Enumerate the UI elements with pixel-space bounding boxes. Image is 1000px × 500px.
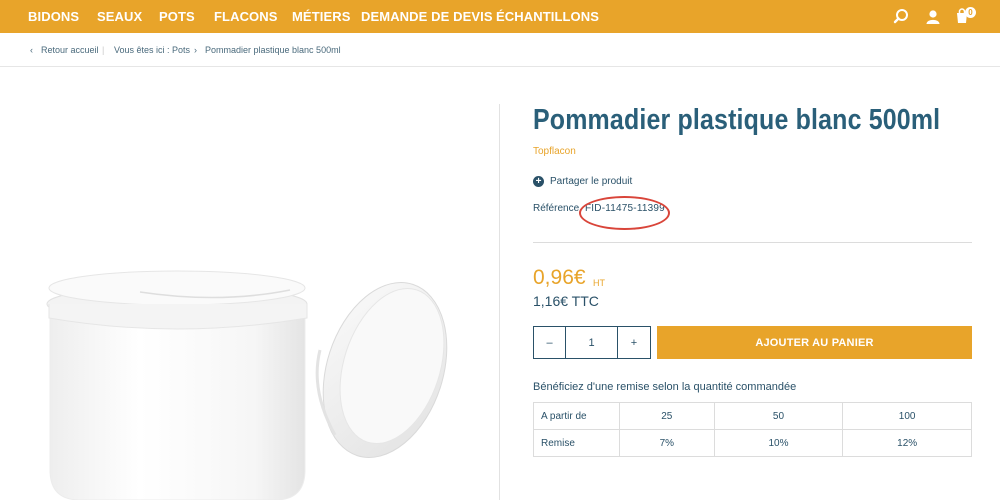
brand-link[interactable]: Topflacon (533, 146, 576, 157)
reference-highlight-circle (579, 196, 670, 230)
share-button[interactable]: + Partager le produit (533, 176, 632, 187)
nav-item-echantillons[interactable]: ÉCHANTILLONS (496, 9, 599, 24)
nav-item-metiers[interactable]: MÉTIERS (292, 9, 350, 24)
section-divider (533, 242, 972, 243)
product-title: Pommadier plastique blanc 500ml (533, 104, 941, 136)
column-divider (499, 104, 500, 500)
table-cell: 12% (842, 429, 972, 457)
discount-table: A partir de 25 50 100 Remise 7% 10% 12% (533, 402, 972, 457)
reference-label: Référence (533, 203, 580, 214)
table-cell: 100 (842, 402, 972, 430)
price-ttc: 1,16€ TTC (533, 293, 599, 309)
nav-item-flacons[interactable]: FLACONS (214, 9, 278, 24)
breadcrumb-back-link[interactable]: Retour accueil (41, 45, 99, 55)
plus-circle-icon: + (533, 176, 544, 187)
user-icon[interactable] (923, 7, 943, 27)
table-cell: Remise (533, 429, 620, 457)
add-to-cart-button[interactable]: AJOUTER AU PANIER (657, 326, 972, 359)
nav-item-pots[interactable]: POTS (159, 9, 195, 24)
breadcrumb-here-label: Vous êtes ici : (114, 45, 170, 55)
quantity-decrease-button[interactable]: – (534, 327, 566, 358)
top-navigation: BIDONS SEAUX POTS FLACONS MÉTIERS DEMAND… (0, 0, 1000, 33)
price-ht-unit: HT (593, 278, 605, 288)
product-image (46, 270, 448, 500)
discount-title: Bénéficiez d'une remise selon la quantit… (533, 381, 797, 393)
breadcrumb-category-link[interactable]: Pots (172, 45, 190, 55)
quantity-input[interactable]: 1 (566, 327, 618, 358)
nav-item-demande-de-devis[interactable]: DEMANDE DE DEVIS (361, 9, 493, 24)
table-row: A partir de 25 50 100 (533, 402, 972, 430)
search-icon[interactable] (893, 7, 913, 27)
table-cell: 7% (619, 429, 715, 457)
table-cell: 25 (619, 402, 715, 430)
price-ht: 0,96€ (533, 266, 586, 289)
breadcrumb-divider: | (102, 45, 105, 55)
quantity-stepper: – 1 + (533, 326, 651, 359)
share-label: Partager le produit (550, 176, 633, 187)
table-row: Remise 7% 10% 12% (533, 429, 972, 457)
table-cell: 10% (713, 429, 844, 457)
quantity-increase-button[interactable]: + (618, 327, 650, 358)
nav-item-bidons[interactable]: BIDONS (28, 9, 79, 24)
table-cell: A partir de (533, 402, 620, 430)
cart-count-badge: 0 (965, 7, 976, 18)
breadcrumb-current: Pommadier plastique blanc 500ml (205, 45, 341, 55)
breadcrumb: ‹ Retour accueil | Vous êtes ici : Pots … (0, 33, 1000, 67)
chevron-left-icon: ‹ (30, 45, 33, 55)
chevron-right-icon: › (194, 45, 197, 55)
nav-item-seaux[interactable]: SEAUX (97, 9, 142, 24)
table-cell: 50 (713, 402, 844, 430)
